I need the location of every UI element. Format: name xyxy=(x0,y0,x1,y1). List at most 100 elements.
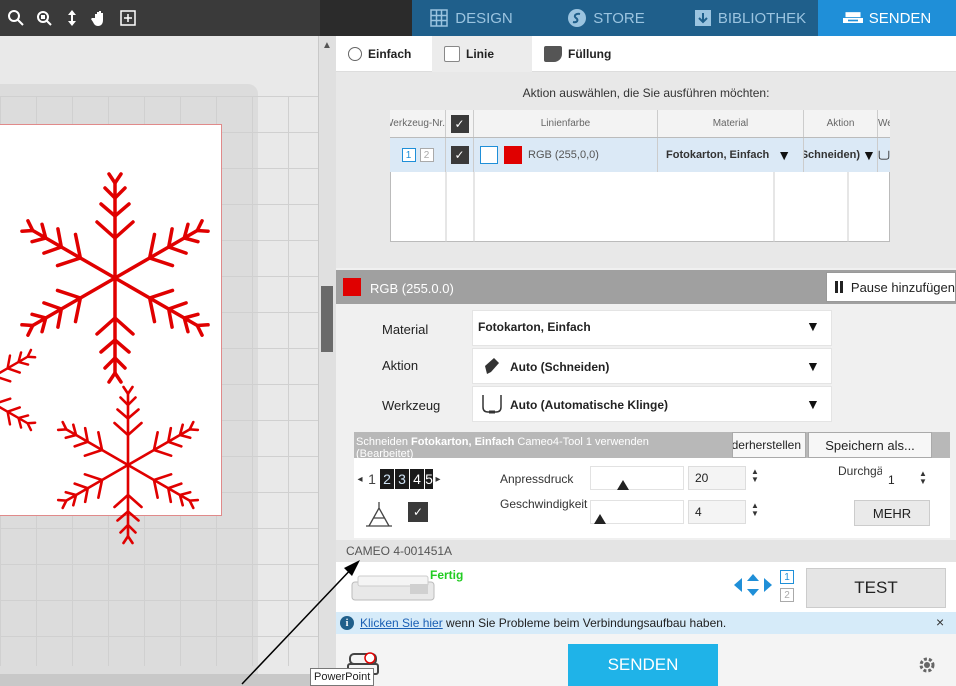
reset-button[interactable]: Wiederherstellen xyxy=(732,432,806,458)
knife-icon xyxy=(485,358,499,374)
scrollbar-thumb[interactable] xyxy=(321,286,333,352)
arrow-right-icon[interactable]: ▸ xyxy=(434,474,442,485)
chevron-down-icon[interactable]: ▼ xyxy=(806,396,820,412)
chevron-down-icon[interactable]: ▼ xyxy=(862,147,876,163)
blade-depth-4[interactable]: 4 xyxy=(410,469,424,489)
pressure-input[interactable]: 20 xyxy=(688,466,746,490)
zoom-fit-icon[interactable] xyxy=(34,8,54,28)
blade-depth-5[interactable]: 5 xyxy=(425,469,433,489)
save-as-button[interactable]: Speichern als... xyxy=(808,432,932,458)
chevron-down-icon[interactable]: ▼ xyxy=(806,318,820,334)
passes-label: Durchgänge xyxy=(838,464,904,478)
reset-label: Wiederherstellen xyxy=(732,438,801,452)
speed-label: Geschwindigkeit xyxy=(500,497,588,511)
library-icon xyxy=(694,9,712,27)
tab-linie-label: Linie xyxy=(466,46,495,61)
tab-senden[interactable]: SENDEN xyxy=(818,0,956,36)
mat-selector[interactable]: 1 2 xyxy=(780,570,794,606)
cut-prefix: Schneiden xyxy=(356,436,412,448)
info-text: Klicken Sie hier wenn Sie Probleme beim … xyxy=(360,616,726,630)
snowflake-design[interactable] xyxy=(0,160,222,552)
mat-2-badge[interactable]: 2 xyxy=(780,588,794,602)
aktion-label: Aktion xyxy=(382,358,419,373)
cut-material: Fotokarton, Einfach xyxy=(411,436,515,448)
row-color-label: RGB (255,0,0) xyxy=(528,149,599,161)
material-cell[interactable]: Fotokarton, Einfach ▼ xyxy=(658,138,804,172)
material-label: Material xyxy=(382,322,429,337)
blade-depth-selector[interactable]: ◂ 1 2 3 4 5 ▸ xyxy=(356,468,442,490)
chevron-down-icon[interactable]: ▼ xyxy=(806,358,820,374)
tab-bibliothek[interactable]: BIBLIOTHEK xyxy=(682,0,818,36)
close-icon[interactable]: × xyxy=(936,614,944,630)
fill-icon xyxy=(544,45,562,62)
col-linienfarbe: Linienfarbe xyxy=(474,110,658,137)
zoom-icon[interactable] xyxy=(6,8,26,28)
row-material-label: Fotokarton, Einfach xyxy=(666,149,770,161)
pressure-slider-thumb[interactable] xyxy=(617,480,630,490)
passes-input[interactable]: 1 xyxy=(882,468,912,492)
device-status: Fertig xyxy=(430,568,464,582)
col-werkzeug: Werkzeug xyxy=(878,118,890,129)
test-button[interactable]: TEST xyxy=(806,568,946,608)
werkzeug-value: Auto (Automatische Klinge) xyxy=(510,398,668,412)
werkzeug-label: Werkzeug xyxy=(382,398,441,413)
grid-icon xyxy=(429,9,449,27)
pause-icon xyxy=(835,281,843,293)
add-pause-button[interactable]: Pause hinzufügen xyxy=(826,272,956,302)
material-value: Fotokarton, Einfach xyxy=(478,320,591,334)
speed-input[interactable]: 4 xyxy=(688,500,746,524)
more-button[interactable]: MEHR xyxy=(854,500,930,526)
tab-design-label: DESIGN xyxy=(455,9,513,27)
mat-1-badge[interactable]: 1 xyxy=(780,570,794,584)
send-button[interactable]: SENDEN xyxy=(568,644,718,686)
annotation-arrow xyxy=(241,560,360,685)
blade-depth-1[interactable]: 1 xyxy=(365,469,379,489)
col-check[interactable]: ✓ xyxy=(446,110,474,137)
hand-icon[interactable] xyxy=(90,8,110,28)
aktion-value: Auto (Schneiden) xyxy=(510,360,610,374)
pause-label: Pause hinzufügen xyxy=(850,279,955,295)
gear-icon[interactable] xyxy=(916,654,938,676)
row-check-cell: ✓ xyxy=(446,138,474,172)
color-swatch xyxy=(504,146,522,164)
blade-depth-2[interactable]: 2 xyxy=(380,469,394,489)
speed-slider-thumb[interactable] xyxy=(594,514,607,524)
tool-2-badge[interactable]: 2 xyxy=(419,148,434,162)
move-icon[interactable] xyxy=(62,8,82,28)
layer-icon xyxy=(480,146,498,164)
table-empty-area xyxy=(445,172,849,242)
tab-einfach-label: Einfach xyxy=(368,46,412,61)
passes-stepper[interactable]: ▲ ▼ xyxy=(918,470,928,486)
tool-number-cell: 1 2 xyxy=(390,138,446,172)
table-header: Werkzeug-Nr. ✓ Linienfarbe Material Akti… xyxy=(390,110,890,138)
tab-store[interactable]: STORE xyxy=(530,0,682,36)
pressure-slider[interactable] xyxy=(590,466,684,490)
cut-preset-text: Schneiden Fotokarton, Einfach Cameo4-Too… xyxy=(356,436,732,460)
blade-depth-3[interactable]: 3 xyxy=(395,469,409,489)
info-bar: i Klicken Sie hier wenn Sie Probleme bei… xyxy=(336,612,956,634)
tool-1-badge[interactable]: 1 xyxy=(401,148,416,162)
line-icon xyxy=(444,45,460,62)
tab-store-label: STORE xyxy=(593,9,645,27)
chevron-down-icon[interactable]: ▼ xyxy=(777,147,791,163)
pressure-stepper[interactable]: ▲ ▼ xyxy=(750,468,760,484)
tab-linie[interactable]: Linie xyxy=(432,35,532,72)
row-checkbox[interactable]: ✓ xyxy=(450,146,469,164)
tool-cell[interactable] xyxy=(878,138,890,172)
speed-stepper[interactable]: ▲ ▼ xyxy=(750,502,760,518)
tab-design[interactable]: DESIGN xyxy=(412,0,530,36)
cut-suffix: Cameo4-Tool 1 verwenden xyxy=(514,436,649,448)
add-box-icon[interactable] xyxy=(118,8,138,28)
scroll-up-icon[interactable]: ▲ xyxy=(320,40,334,52)
tab-einfach[interactable]: Einfach xyxy=(336,36,432,72)
store-icon xyxy=(567,9,587,27)
table-row[interactable]: 1 2 ✓ RGB (255,0,0) Fotokarton, Einfach … xyxy=(390,138,890,172)
blade-checkbox[interactable]: ✓ xyxy=(408,502,428,522)
tab-fuellung[interactable]: Füllung xyxy=(532,36,642,72)
mode-tabs: Einfach Linie Füllung xyxy=(336,35,956,72)
check-all-icon[interactable]: ✓ xyxy=(450,114,469,133)
action-cell[interactable]: Auto (Schneiden) ▼ xyxy=(804,138,878,172)
move-arrows-icon[interactable] xyxy=(732,574,774,596)
arrow-left-icon[interactable]: ◂ xyxy=(356,474,364,485)
blade-tool-icon xyxy=(878,150,890,160)
